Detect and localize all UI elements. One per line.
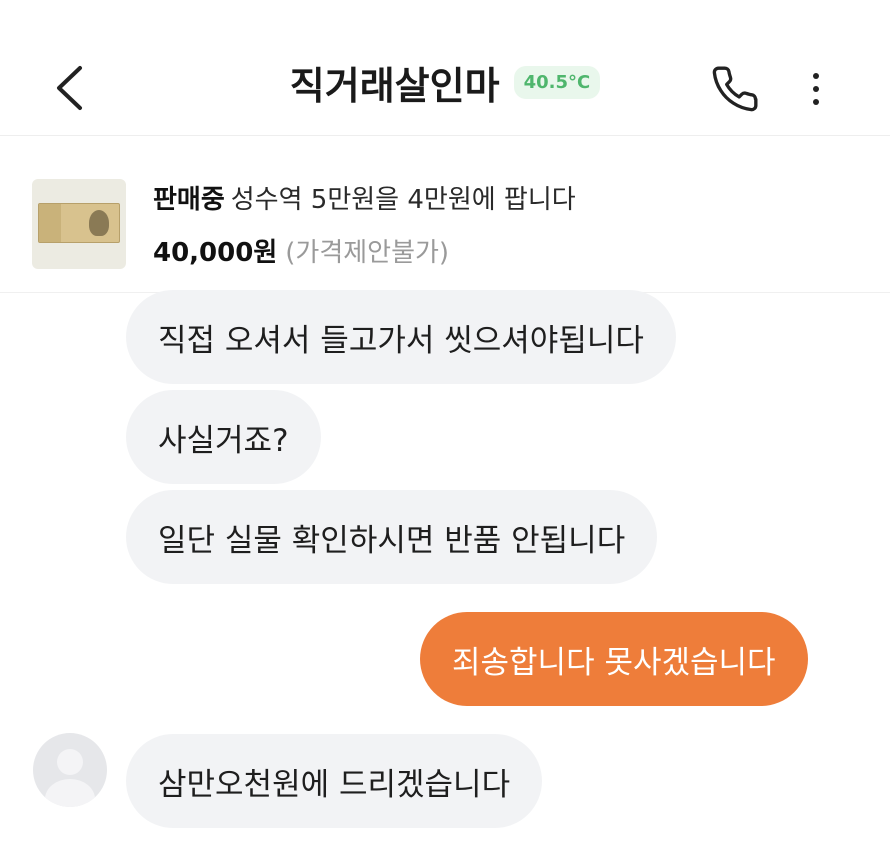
message-bubble-incoming[interactable]: 삼만오천원에 드리겠습니다	[126, 734, 543, 828]
price-negotiation-note: (가격제안불가)	[285, 238, 450, 268]
product-title-line: 판매중 성수역 5만원을 4만원에 팝니다	[153, 179, 576, 216]
manner-temperature-badge: 40.5°C	[513, 65, 601, 99]
message-bubble-incoming[interactable]: 사실거죠?	[126, 390, 321, 484]
banknote-image-icon	[38, 203, 120, 243]
message-bubble-incoming[interactable]: 일단 실물 확인하시면 반품 안됩니다	[126, 490, 658, 584]
chat-partner-name: 직거래살인마	[289, 63, 500, 108]
sale-status: 판매중	[153, 185, 225, 215]
product-price-line: 40,000원 (가격제안불가)	[153, 232, 449, 269]
product-info-bar[interactable]: 판매중 성수역 5만원을 4만원에 팝니다 40,000원 (가격제안불가)	[0, 137, 890, 293]
phone-icon	[712, 66, 758, 112]
product-price: 40,000원	[153, 238, 278, 268]
product-title: 성수역 5만원을 4만원에 팝니다	[230, 185, 576, 215]
chat-header: 직거래살인마 40.5°C	[0, 0, 890, 136]
product-thumbnail[interactable]	[32, 179, 126, 269]
default-profile-icon	[57, 749, 83, 775]
call-button[interactable]	[706, 60, 764, 118]
sender-avatar[interactable]	[33, 733, 107, 807]
message-bubble-outgoing[interactable]: 죄송합니다 못사겠습니다	[420, 612, 808, 706]
message-bubble-incoming[interactable]: 직접 오셔서 들고가서 씻으셔야됩니다	[126, 290, 676, 384]
more-vertical-icon	[813, 73, 819, 79]
more-options-button[interactable]	[796, 60, 836, 118]
